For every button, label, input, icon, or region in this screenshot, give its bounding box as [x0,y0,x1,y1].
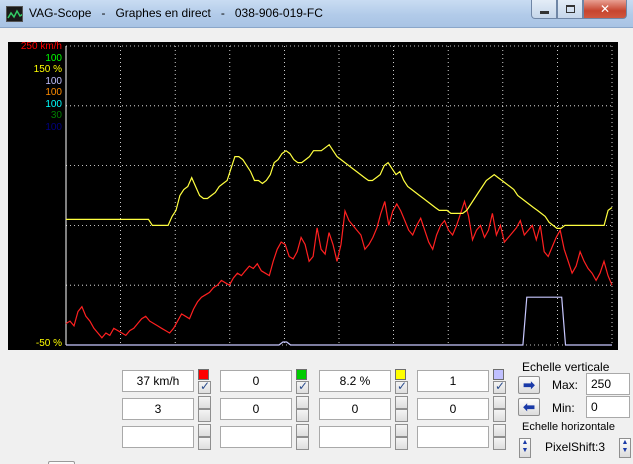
min-input[interactable]: 0 [586,396,630,418]
scale-label: 100 [45,121,62,133]
title-bar: VAG-Scope - Graphes en direct - 038-906-… [0,0,633,28]
graph-area: 250 km/h 100 150 % 100 100 100 30 100 -50 % [8,42,618,350]
channel-option-checkbox[interactable] [296,396,309,409]
pixelshift-value: PixelShift:3 [545,440,606,454]
channel-option-checkbox[interactable] [493,396,506,409]
scale-label: 100 [45,52,62,64]
graph-canvas [65,45,613,346]
channel-option-checkbox[interactable] [296,424,309,437]
close-icon: ✕ [599,2,611,16]
channel-value-field[interactable]: 3 [122,398,194,420]
window-title: VAG-Scope - Graphes en direct - 038-906-… [29,6,323,20]
channel-enable-checkbox[interactable] [296,437,309,450]
channel-enable-checkbox[interactable] [493,379,506,394]
channel-enable-checkbox[interactable] [296,379,309,394]
channel-enable-checkbox[interactable] [395,437,408,450]
scale-left-button[interactable]: ⬅ [518,398,540,416]
scale-label: 250 km/h [20,41,62,52]
close-button[interactable]: ✕ [583,0,627,19]
scale-right-button[interactable]: ➡ [518,376,540,394]
scope-icon [6,6,23,22]
spin-up-icon: ▲ [521,439,529,446]
scale-label: 100 [45,98,62,110]
channel-enable-checkbox[interactable] [198,379,211,394]
max-label: Max: [552,378,579,392]
client-area: 250 km/h 100 150 % 100 100 100 30 100 -50 % 37 k… [0,28,633,464]
spin-up-icon: ▲ [621,439,629,446]
channel-enable-checkbox[interactable] [395,379,408,394]
spin-down-icon: ▼ [621,447,629,454]
channel-value-field[interactable] [122,426,194,448]
channel-value-field[interactable]: 0 [319,398,391,420]
scale-label: 100 [45,75,62,87]
channel-value-field[interactable]: 0 [417,398,489,420]
maximize-icon [565,5,575,13]
channel-option-checkbox[interactable] [198,424,211,437]
channel-option-checkbox[interactable] [395,424,408,437]
channel-enable-checkbox[interactable] [493,437,506,450]
pixelshift-spin-right[interactable]: ▲ ▼ [619,438,631,458]
channel-option-checkbox[interactable] [493,424,506,437]
horizontal-scale-label: Echelle horizontale [522,421,615,433]
channel-value-field[interactable] [417,426,489,448]
scale-label: 100 [45,87,62,98]
channel-enable-checkbox[interactable] [493,409,506,422]
minimize-icon [539,10,549,14]
spin-down-icon: ▼ [521,447,529,454]
channel-option-checkbox[interactable] [395,396,408,409]
scale-label: 150 % [33,64,62,75]
vertical-scale-label: Echelle verticale [522,360,610,374]
arrow-right-icon: ➡ [522,376,536,394]
channel-value-field[interactable] [319,426,391,448]
series-line-1 [65,199,613,339]
arrow-left-icon: ⬅ [522,398,536,416]
min-label: Min: [552,401,575,415]
channel-enable-checkbox[interactable] [198,437,211,450]
channel-value-field[interactable] [220,426,292,448]
scale-label: 30 [50,110,62,121]
maximize-button[interactable] [557,0,583,19]
channel-enable-checkbox[interactable] [296,409,309,422]
caption-buttons: ✕ [531,0,627,19]
channel-enable-checkbox[interactable] [198,409,211,422]
channel-value-field[interactable]: 0 [220,370,292,392]
scale-labels: 250 km/h 100 150 % 100 100 100 30 100 -50 % [8,42,64,350]
series-line-3 [66,296,612,346]
channel-value-field[interactable]: 37 km/h [122,370,194,392]
minimize-button[interactable] [531,0,557,19]
pixelshift-spin-left[interactable]: ▲ ▼ [519,438,531,458]
channel-enable-checkbox[interactable] [395,409,408,422]
channel-value-field[interactable]: 8.2 % [319,370,391,392]
channel-option-checkbox[interactable] [198,396,211,409]
max-input[interactable]: 250 [586,373,630,395]
scale-label-bottom: -50 % [35,338,62,349]
channel-value-field[interactable]: 1 [417,370,489,392]
control-panel: 37 km/h 0 8.2 % 1 3 0 0 0 Echelle verticale ➡ M… [0,358,633,464]
channel-value-field[interactable]: 0 [220,398,292,420]
